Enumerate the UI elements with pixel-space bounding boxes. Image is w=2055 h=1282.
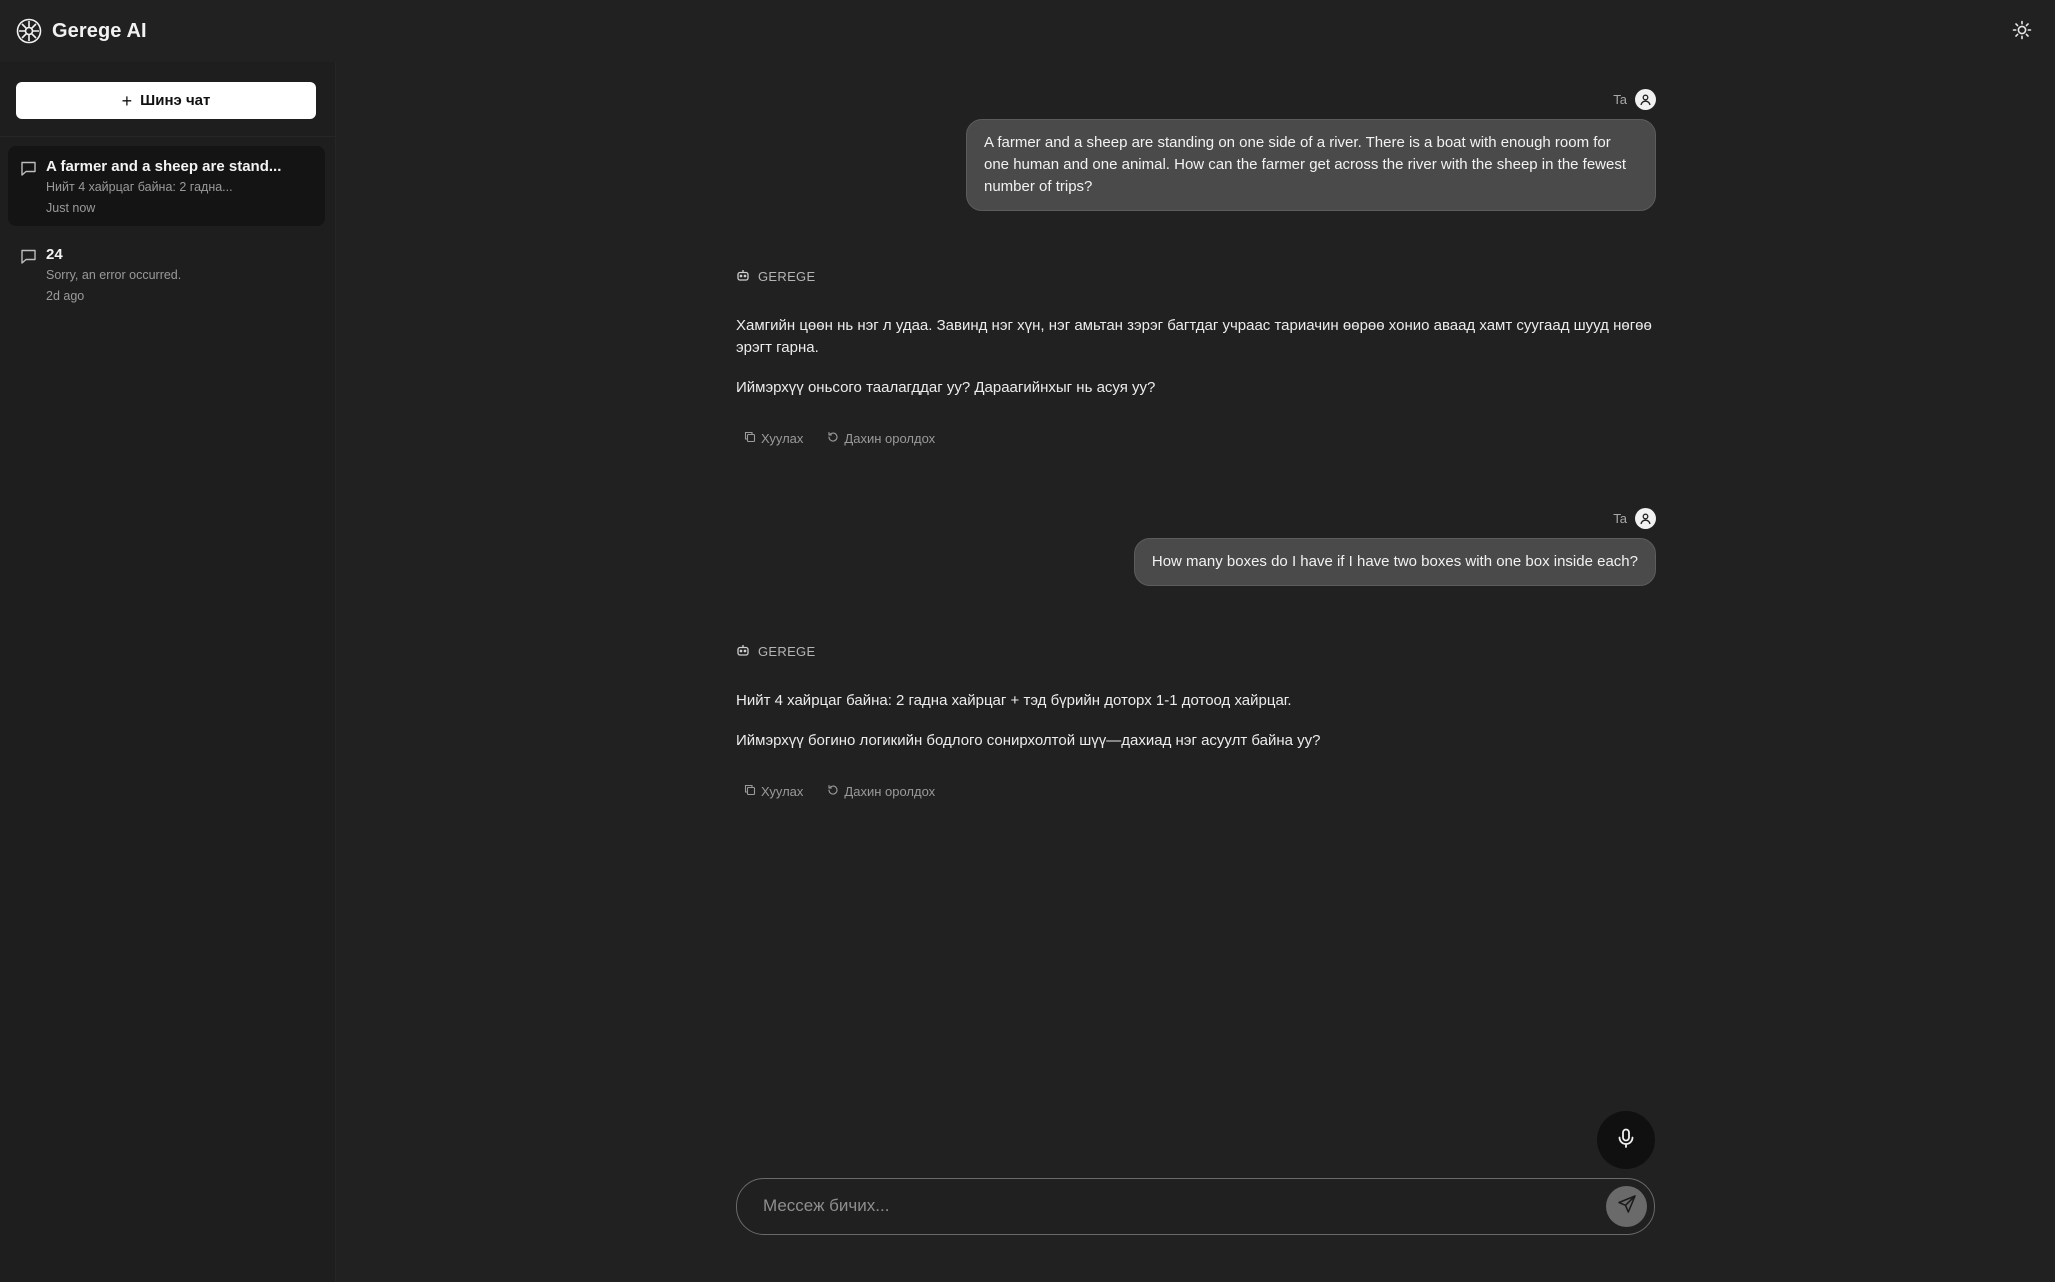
refresh-icon [827,784,839,799]
user-message-text: How many boxes do I have if I have two b… [1151,553,1638,570]
assistant-name: GEREGE [758,644,816,659]
copy-button[interactable]: Хуулах [744,784,803,799]
chat-preview: Нийт 4 хайрцаг байна: 2 гадна... [46,180,233,194]
copy-label: Хуулах [761,784,804,799]
assistant-label: GEREGE [736,643,815,660]
send-icon [1617,1194,1637,1219]
microphone-button[interactable] [1597,1111,1655,1169]
chat-preview: Sorry, an error occurred. [46,268,182,282]
chat-title: A farmer and a sheep are stand... [46,158,282,175]
bot-icon [736,268,750,285]
chat-time: Just now [46,201,96,215]
copy-label: Хуулах [761,431,804,446]
user-message: A farmer and a sheep are standing on one… [966,119,1656,211]
microphone-icon [1615,1127,1637,1154]
assistant-label: GEREGE [736,268,815,285]
user-message-text: A farmer and a sheep are standing on one… [984,134,1627,195]
top-bar: Gerege AI [0,0,2055,62]
assistant-paragraph: Иймэрхүү богино логикийн бодлого сонирхо… [736,732,1321,749]
chat-title: 24 [46,246,63,263]
sidebar: + Шинэ чат A farmer and a sheep are stan… [0,62,336,1282]
retry-button[interactable]: Дахин оролдох [827,431,935,446]
user-message: How many boxes do I have if I have two b… [1133,538,1656,586]
user-icon [1635,508,1656,529]
user-label: Ta [1613,508,1656,529]
chat-history-item[interactable]: A farmer and a sheep are stand... Нийт 4… [8,146,325,226]
chat-bubble-icon [20,160,37,177]
send-button[interactable] [1606,1186,1647,1227]
brand[interactable]: Gerege AI [16,18,147,44]
chat-bubble-icon [20,248,37,265]
new-chat-button[interactable]: + Шинэ чат [16,82,316,119]
assistant-paragraph: Иймэрхүү оньсого таалагддаг уу? Дараагий… [736,379,1156,396]
assistant-message: Нийт 4 хайрцаг байна: 2 гадна хайрцаг + … [736,690,1656,770]
retry-label: Дахин оролдох [844,784,936,799]
user-label: Ta [1613,89,1656,110]
message-input[interactable] [761,1179,1581,1233]
new-chat-label: Шинэ чат [140,92,211,109]
assistant-message: Хамгийн цөөн нь нэг л удаа. Завинд нэг х… [736,315,1656,417]
user-icon [1635,89,1656,110]
copy-icon [744,784,756,799]
assistant-paragraph: Хамгийн цөөн нь нэг л удаа. Завинд нэг х… [736,317,1652,356]
assistant-paragraph: Нийт 4 хайрцаг байна: 2 гадна хайрцаг + … [736,692,1292,709]
gerege-logo-icon [16,18,42,44]
assistant-name: GEREGE [758,269,816,284]
chat-history-item[interactable]: 24 Sorry, an error occurred. 2d ago [8,234,325,314]
sidebar-divider [0,136,336,137]
theme-toggle-button[interactable] [2009,19,2035,45]
retry-label: Дахин оролдох [844,431,936,446]
copy-button[interactable]: Хуулах [744,431,803,446]
plus-icon: + [121,90,133,111]
sun-icon [2012,20,2032,45]
refresh-icon [827,431,839,446]
bot-icon [736,643,750,660]
user-name: Ta [1613,92,1627,107]
retry-button[interactable]: Дахин оролдох [827,784,935,799]
message-composer [736,1178,1655,1235]
user-name: Ta [1613,511,1627,526]
copy-icon [744,431,756,446]
app-title: Gerege AI [52,19,147,42]
chat-time: 2d ago [46,289,85,303]
message-actions: Хуулах Дахин оролдох [744,784,935,799]
message-actions: Хуулах Дахин оролдох [744,431,935,446]
